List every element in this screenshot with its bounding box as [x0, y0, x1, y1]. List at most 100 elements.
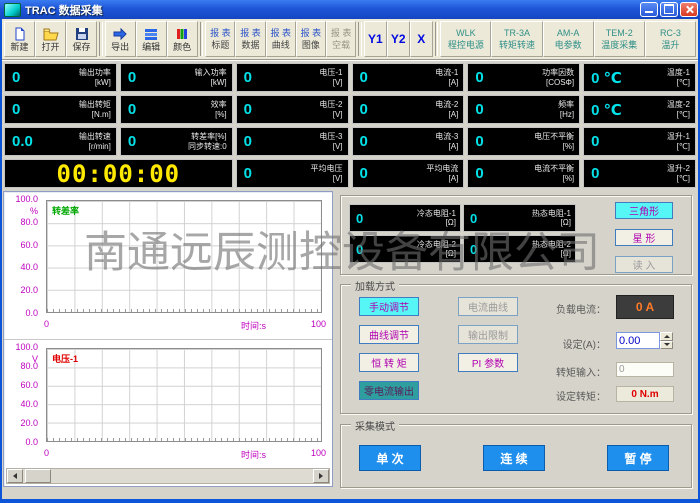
plot-area — [46, 348, 322, 442]
chart-horizontal-scrollbar[interactable] — [6, 468, 330, 484]
x-axis-labels: 0 时间:s 100 — [46, 448, 322, 459]
report-image-button[interactable]: 报 表 图像 — [296, 21, 326, 57]
manual-adjust-button[interactable]: 手动调节 — [359, 297, 419, 316]
spin-down-icon[interactable] — [660, 341, 673, 350]
single-capture-button[interactable]: 单 次 — [359, 445, 421, 471]
y-axis-unit: V — [4, 354, 38, 364]
axis-x-button[interactable]: X — [410, 21, 433, 57]
wiring-triangle-button[interactable]: 三角形 — [615, 202, 673, 219]
window-border-bottom — [0, 499, 700, 503]
scroll-right-arrow[interactable] — [313, 469, 329, 483]
scrollbar-track[interactable] — [51, 469, 313, 483]
set-torque-label: 设定转矩： — [544, 388, 606, 403]
pause-capture-button[interactable]: 暂 停 — [607, 445, 669, 471]
export-arrow-icon — [112, 27, 128, 41]
open-button[interactable]: 打开 — [35, 21, 66, 57]
display-hot-resistance-2: 0热态电阻-2[Ω] — [463, 235, 576, 263]
minimize-button[interactable] — [640, 2, 658, 17]
display-input-power: 0输入功率[kW] — [120, 63, 233, 92]
set-torque-display: 0 N.m — [616, 386, 674, 402]
instrument-tr3a-button[interactable]: TR-3A 转矩转速 — [491, 21, 542, 57]
toolbar-separator — [358, 22, 362, 56]
plot-area — [46, 200, 322, 313]
loading-mode-group: 加载方式 手动调节 曲线调节 恒 转 矩 零电流输出 电流曲线 输出限制 PI … — [340, 284, 692, 414]
display-voltage-1: 0电压-1[V] — [236, 63, 349, 92]
left-triangle-icon — [13, 473, 17, 479]
series-legend: 电压-1 — [52, 352, 78, 365]
app-window: TRAC 数据采集 新建 打开 保存 导出 编辑 — [0, 0, 700, 503]
display-slip-rate: 0转差率[%]同步转速:0 — [120, 127, 233, 156]
toolbar-separator — [99, 22, 103, 56]
display-power-factor: 0功率因数[COSΦ] — [467, 63, 580, 92]
display-hot-resistance-1: 0热态电阻-1[Ω] — [463, 204, 576, 232]
toolbar-separator — [435, 22, 439, 56]
output-limit-button: 输出限制 — [458, 325, 518, 344]
save-button[interactable]: 保存 — [66, 21, 97, 57]
close-button[interactable] — [680, 2, 698, 17]
group-title: 加载方式 — [351, 278, 399, 293]
instrument-ama-button[interactable]: AM-A 电参数 — [543, 21, 594, 57]
display-avg-current: 0平均电流[A] — [352, 159, 465, 188]
color-button[interactable]: 颜色 — [167, 21, 198, 57]
toolbar: 新建 打开 保存 导出 编辑 颜色 报 表 标题 报 表 数据 — [2, 19, 698, 60]
torque-input-label: 转矩输入： — [544, 364, 606, 379]
resistance-group: 0冷态电阻-1[Ω] 0热态电阻-1[Ω] 0冷态电阻-2[Ω] 0热态电阻-2… — [340, 195, 692, 275]
load-current-display: 0 A — [616, 295, 674, 319]
y-axis-unit: % — [4, 206, 38, 216]
curve-adjust-button[interactable]: 曲线调节 — [359, 325, 419, 344]
edit-list-icon — [143, 27, 159, 41]
spin-up-icon[interactable] — [660, 332, 673, 341]
new-button[interactable]: 新建 — [4, 21, 35, 57]
instrument-wlk-button[interactable]: WLK 程控电源 — [440, 21, 491, 57]
load-current-label: 负载电流： — [544, 301, 606, 316]
constant-torque-button[interactable]: 恒 转 矩 — [359, 353, 419, 372]
color-bars-icon — [174, 27, 190, 41]
set-current-label: 设定(A)： — [544, 336, 606, 351]
slip-rate-chart: 100.0 80.0 60.0 40.0 20.0 0.0 % 转差率 0 时间… — [4, 192, 332, 339]
report-noload-button: 报 表 空载 — [326, 21, 356, 57]
display-voltage-3: 0电压-3[V] — [236, 127, 349, 156]
elapsed-timer: 00:00:00 — [4, 159, 233, 188]
voltage-chart: 100.0 80.0 60.0 40.0 20.0 0.0 V 电压-1 0 时… — [4, 339, 332, 468]
window-title: TRAC 数据采集 — [25, 2, 103, 18]
report-title-button[interactable]: 报 表 标题 — [205, 21, 235, 57]
display-frequency: 0频率[Hz] — [467, 95, 580, 124]
wiring-star-button[interactable]: 星 形 — [615, 229, 673, 246]
app-icon — [4, 3, 21, 17]
display-current-3: 0电流-3[A] — [352, 127, 465, 156]
display-cold-resistance-1: 0冷态电阻-1[Ω] — [349, 204, 461, 232]
measurement-grid: 0输出功率[kW] 0输入功率[kW] 0电压-1[V] 0电流-1[A] 0功… — [4, 63, 696, 188]
report-data-button[interactable]: 报 表 数据 — [235, 21, 265, 57]
display-temp-rise-1: 0温升-1[℃] — [583, 127, 696, 156]
continuous-capture-button[interactable]: 连 续 — [483, 445, 545, 471]
edit-button[interactable]: 编辑 — [136, 21, 167, 57]
export-button[interactable]: 导出 — [105, 21, 136, 57]
pi-params-button[interactable]: PI 参数 — [458, 353, 518, 372]
axis-y2-button[interactable]: Y2 — [387, 21, 410, 57]
restore-button[interactable] — [660, 2, 678, 17]
scrollbar-thumb[interactable] — [25, 469, 51, 483]
charts-panel: 100.0 80.0 60.0 40.0 20.0 0.0 % 转差率 0 时间… — [3, 191, 333, 487]
restore-icon — [664, 4, 674, 14]
display-avg-voltage: 0平均电压[V] — [236, 159, 349, 188]
set-current-input[interactable] — [616, 332, 660, 349]
resistance-displays: 0冷态电阻-1[Ω] 0热态电阻-1[Ω] 0冷态电阻-2[Ω] 0热态电阻-2… — [349, 204, 576, 263]
set-current-stepper[interactable] — [660, 332, 673, 349]
title-bar: TRAC 数据采集 — [0, 0, 700, 19]
display-current-1: 0电流-1[A] — [352, 63, 465, 92]
report-curve-button[interactable]: 报 表 曲线 — [266, 21, 296, 57]
instrument-rc3-button[interactable]: RC-3 温升 — [645, 21, 696, 57]
torque-input-field — [616, 362, 674, 377]
group-title: 采集模式 — [351, 418, 399, 433]
display-output-speed: 0.0输出转速[r/min] — [4, 127, 117, 156]
instrument-tem2-button[interactable]: TEM-2 温度采集 — [594, 21, 645, 57]
display-output-torque: 0输出转矩[N.m] — [4, 95, 117, 124]
axis-y1-button[interactable]: Y1 — [364, 21, 387, 57]
new-document-icon — [12, 27, 28, 41]
display-temperature-2: 0 ℃温度-2[℃] — [583, 95, 696, 124]
right-triangle-icon — [319, 473, 323, 479]
scroll-left-arrow[interactable] — [7, 469, 23, 483]
zero-current-output-button[interactable]: 零电流输出 — [359, 381, 419, 400]
display-voltage-unbalance: 0电压不平衡[%] — [467, 127, 580, 156]
read-in-button: 读 入 — [615, 256, 673, 273]
